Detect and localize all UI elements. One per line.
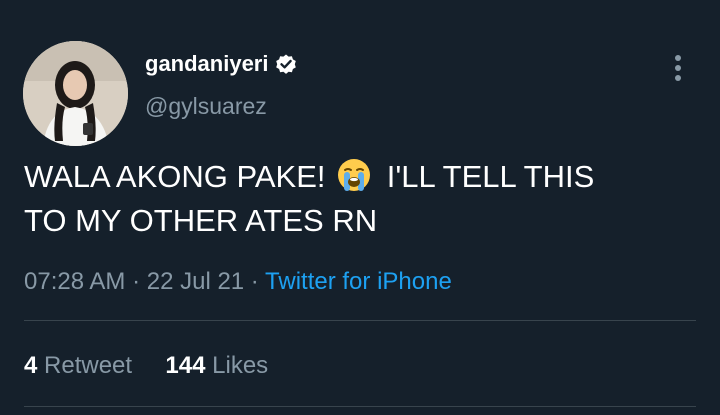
tweet-meta: 07:28 AM · 22 Jul 21 · Twitter for iPhon…: [24, 268, 452, 296]
tweet-time[interactable]: 07:28 AM: [24, 268, 125, 295]
divider: [24, 320, 696, 321]
tweet-text-line-2: TO MY OTHER ATES RN: [24, 203, 378, 238]
tweet-text-part-1: WALA AKONG PAKE!: [24, 159, 326, 194]
avatar-photo: [23, 41, 128, 146]
retweets-stat[interactable]: 4 Retweet: [24, 352, 132, 379]
divider: [24, 406, 696, 407]
retweets-label: Retweet: [44, 352, 133, 379]
loudly-crying-face-icon: [338, 159, 371, 191]
display-name-text: gandaniyeri: [145, 51, 269, 76]
tweet-text: WALA AKONG PAKE! I'LL TELL THIS TO MY OT…: [24, 155, 704, 243]
tweet-text-part-2: I'LL TELL THIS: [386, 159, 595, 194]
verified-badge-icon: [276, 54, 297, 74]
tweet-text-line-1: WALA AKONG PAKE! I'LL TELL THIS: [24, 155, 704, 199]
retweets-count: 4: [24, 352, 38, 379]
likes-label: Likes: [212, 352, 269, 379]
tweet-source-link[interactable]: Twitter for iPhone: [265, 268, 452, 295]
likes-stat[interactable]: 144 Likes: [165, 352, 268, 379]
engagement-stats: 4 Retweet 144 Likes: [24, 352, 268, 380]
meta-separator: ·: [244, 268, 266, 295]
likes-count: 144: [165, 352, 206, 379]
display-name[interactable]: gandaniyeri: [145, 51, 298, 77]
more-options-icon[interactable]: [670, 52, 686, 86]
user-handle[interactable]: @gylsuarez: [145, 93, 267, 120]
meta-separator: ·: [125, 268, 147, 295]
avatar[interactable]: [23, 41, 128, 146]
tweet-date[interactable]: 22 Jul 21: [147, 268, 244, 295]
